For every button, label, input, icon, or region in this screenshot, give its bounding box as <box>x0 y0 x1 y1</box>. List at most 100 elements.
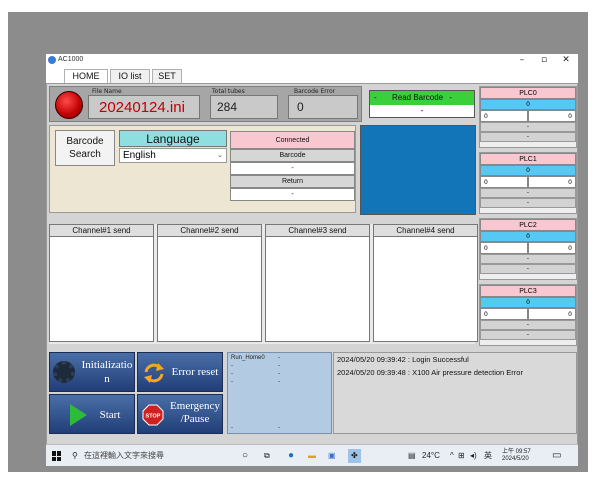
total-tubes-label: Total tubes <box>212 88 245 95</box>
barcode-search-line1: Barcode <box>66 136 104 147</box>
plc-bar: - <box>480 254 576 264</box>
channel-4-header: Channel#4 send <box>374 225 477 237</box>
read-barcode-label: Read Barcode <box>391 93 444 102</box>
channel-4-panel: Channel#4 send <box>373 224 478 342</box>
weather-temp[interactable]: 24°C <box>422 449 440 463</box>
taskbar-search-input[interactable]: 在這裡輸入文字來搜尋 <box>84 449 164 463</box>
windows-start-icon[interactable] <box>52 451 62 461</box>
channel-2-header: Channel#2 send <box>158 225 261 237</box>
weather-icon[interactable]: ▤ <box>408 449 416 463</box>
chevron-down-icon: ⌄ <box>217 152 223 159</box>
info-bar: File Name 20240124.ini Total tubes 284 B… <box>49 86 362 122</box>
log-entry: 2024/05/20 09:39:42 : Login Successful <box>337 355 469 364</box>
channel-1-header: Channel#1 send <box>50 225 153 237</box>
tab-io-list[interactable]: IO list <box>110 69 150 83</box>
connected-indicator: Connected <box>230 131 355 149</box>
plc-left-value: 0 <box>480 176 528 188</box>
file-explorer-icon[interactable]: ▬ <box>308 449 316 463</box>
barcode-search-line2: Search <box>69 149 101 160</box>
bottom-controls: Initializatio n Error reset Start STOP E… <box>47 348 577 454</box>
tab-bar: HOME IO list SET <box>46 67 578 83</box>
close-button[interactable]: ✕ <box>556 54 576 67</box>
active-app-icon[interactable]: ✤ <box>348 449 361 463</box>
channel-3-panel: Channel#3 send <box>265 224 370 342</box>
tab-set[interactable]: SET <box>152 69 182 83</box>
reset-arrows-icon <box>144 363 164 383</box>
total-tubes-value: 284 <box>210 95 278 119</box>
home-content: File Name 20240124.ini Total tubes 284 B… <box>46 83 578 454</box>
read-barcode-panel: - Read Barcode - - <box>369 90 475 118</box>
title-bar: AC1000 – ▫ ✕ <box>46 54 578 67</box>
clock-time[interactable]: 上午 09:57 <box>502 446 531 455</box>
run-dash: - <box>278 371 280 377</box>
stop-sign-text: STOP <box>146 414 161 420</box>
connection-status: Connected Barcode - Return - <box>230 131 355 201</box>
plc-bar: - <box>480 122 576 132</box>
plc-name: PLC2 <box>480 219 576 231</box>
plc2-panel: PLC2 0 00 - - <box>479 218 577 280</box>
plc-left-value: 0 <box>480 110 528 122</box>
error-reset-button[interactable]: Error reset <box>137 352 223 392</box>
edge-browser-icon[interactable]: ● <box>288 449 294 463</box>
gear-icon <box>53 361 75 383</box>
plc-value: 0 <box>480 297 576 308</box>
start-label: Start <box>99 409 121 421</box>
plc-name: PLC3 <box>480 285 576 297</box>
emergency-pause-button[interactable]: STOP Emergency /Pause <box>137 394 223 434</box>
search-icon[interactable]: ⚲ <box>72 449 78 463</box>
language-select[interactable]: English ⌄ <box>119 148 227 163</box>
language-selected: English <box>123 150 156 161</box>
initialization-button[interactable]: Initializatio n <box>49 352 135 392</box>
read-barcode-value: - <box>420 106 424 115</box>
app-icon <box>48 56 56 64</box>
tab-home[interactable]: HOME <box>64 69 108 83</box>
ime-indicator[interactable]: 英 <box>484 449 492 463</box>
init-label-line2: n <box>104 373 110 385</box>
task-view-icon[interactable]: ⧉ <box>264 449 270 463</box>
cortana-icon[interactable]: ○ <box>242 449 248 463</box>
plc0-panel: PLC0 0 00 - - <box>479 86 577 148</box>
return-status-label: Return <box>230 175 355 188</box>
event-log: 2024/05/20 09:39:42 : Login Successful 2… <box>333 352 577 434</box>
photo-frame: AC1000 – ▫ ✕ HOME IO list SET File Name … <box>8 12 588 472</box>
app-window: AC1000 – ▫ ✕ HOME IO list SET File Name … <box>46 54 578 466</box>
read-barcode-right-mark: - <box>449 93 453 102</box>
plc-value: 0 <box>480 231 576 242</box>
plc-bar: - <box>480 330 576 340</box>
run-dash: - <box>278 379 280 385</box>
init-label-line1: Initializatio <box>81 359 133 371</box>
notification-icon[interactable]: ▭ <box>552 449 561 463</box>
read-barcode-button[interactable]: - Read Barcode - <box>370 91 474 105</box>
volume-icon[interactable]: ◂) <box>470 449 477 463</box>
plc-value: 0 <box>480 99 576 110</box>
clock-date[interactable]: 2024/5/20 <box>502 456 529 462</box>
play-icon <box>70 404 87 426</box>
run-dash: - <box>278 355 280 361</box>
channel-panel: Channel#1 send Channel#2 send Channel#3 … <box>49 224 478 344</box>
run-home-label: Run_Home0 <box>231 355 265 361</box>
read-barcode-left-mark: - <box>374 93 377 102</box>
run-dash: - <box>231 379 233 385</box>
minimize-button[interactable]: – <box>512 54 532 67</box>
language-label: Language <box>119 130 227 147</box>
plc-right-value: 0 <box>528 176 576 188</box>
stop-sign-icon: STOP <box>142 404 164 426</box>
tray-chevron-icon[interactable]: ^ <box>450 449 454 463</box>
plc-bar: - <box>480 198 576 208</box>
plc3-panel: PLC3 0 00 - - <box>479 284 577 346</box>
maximize-button[interactable]: ▫ <box>534 54 554 67</box>
plc-name: PLC0 <box>480 87 576 99</box>
start-button[interactable]: Start <box>49 394 135 434</box>
channel-2-panel: Channel#2 send <box>157 224 262 342</box>
control-panel: Barcode Search Language English ⌄ Connec… <box>49 125 356 213</box>
return-status-value: - <box>230 188 355 201</box>
plc-value: 0 <box>480 165 576 176</box>
network-icon[interactable]: ⊞ <box>458 449 465 463</box>
log-entry: 2024/05/20 09:39:48 : X100 Air pressure … <box>337 368 523 377</box>
barcode-error-value: 0 <box>288 95 358 119</box>
run-dash: - <box>231 371 233 377</box>
file-name-label: File Name <box>92 88 122 95</box>
store-icon[interactable]: ▣ <box>328 449 336 463</box>
barcode-search-button[interactable]: Barcode Search <box>55 130 115 166</box>
plc-left-value: 0 <box>480 308 528 320</box>
